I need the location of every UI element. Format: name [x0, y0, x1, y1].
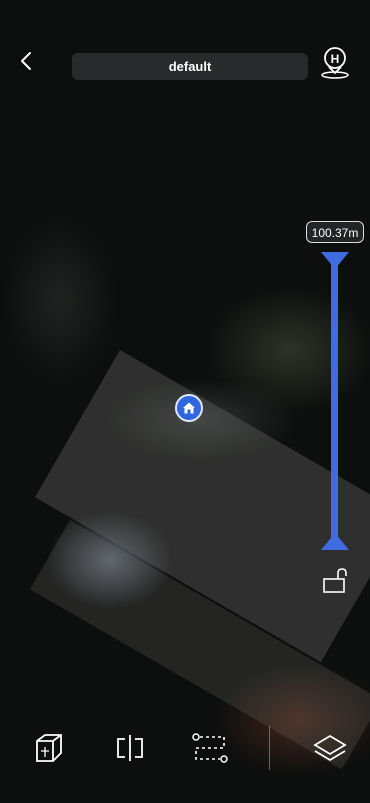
- home-marker[interactable]: [175, 394, 203, 422]
- height-slider-top-handle[interactable]: [320, 250, 350, 270]
- project-title[interactable]: default: [72, 53, 308, 80]
- unlock-icon: [323, 568, 347, 593]
- height-slider-track[interactable]: [331, 258, 338, 542]
- lock-toggle-button[interactable]: [321, 566, 351, 594]
- 3d-view-button[interactable]: [28, 728, 68, 768]
- bottom-toolbar: [0, 720, 370, 780]
- cube-icon: [36, 734, 62, 762]
- layers-button[interactable]: [310, 728, 350, 768]
- route-icon: [192, 733, 228, 763]
- home-point-button[interactable]: H: [318, 44, 352, 80]
- height-value-label: 100.37m: [306, 221, 364, 243]
- height-slider-bottom-handle[interactable]: [320, 532, 350, 552]
- compare-button[interactable]: [110, 728, 150, 768]
- compare-icon: [117, 735, 143, 761]
- svg-text:H: H: [331, 52, 340, 66]
- triangle-up-icon: [321, 533, 349, 550]
- back-button[interactable]: [14, 48, 40, 74]
- home-pin-icon: H: [321, 47, 349, 79]
- triangle-down-icon: [321, 252, 349, 269]
- toolbar-divider: [269, 726, 270, 770]
- home-icon: [183, 402, 195, 414]
- route-button[interactable]: [190, 728, 230, 768]
- chevron-left-icon: [21, 52, 31, 70]
- layers-icon: [313, 734, 347, 762]
- project-title-text: default: [168, 59, 212, 74]
